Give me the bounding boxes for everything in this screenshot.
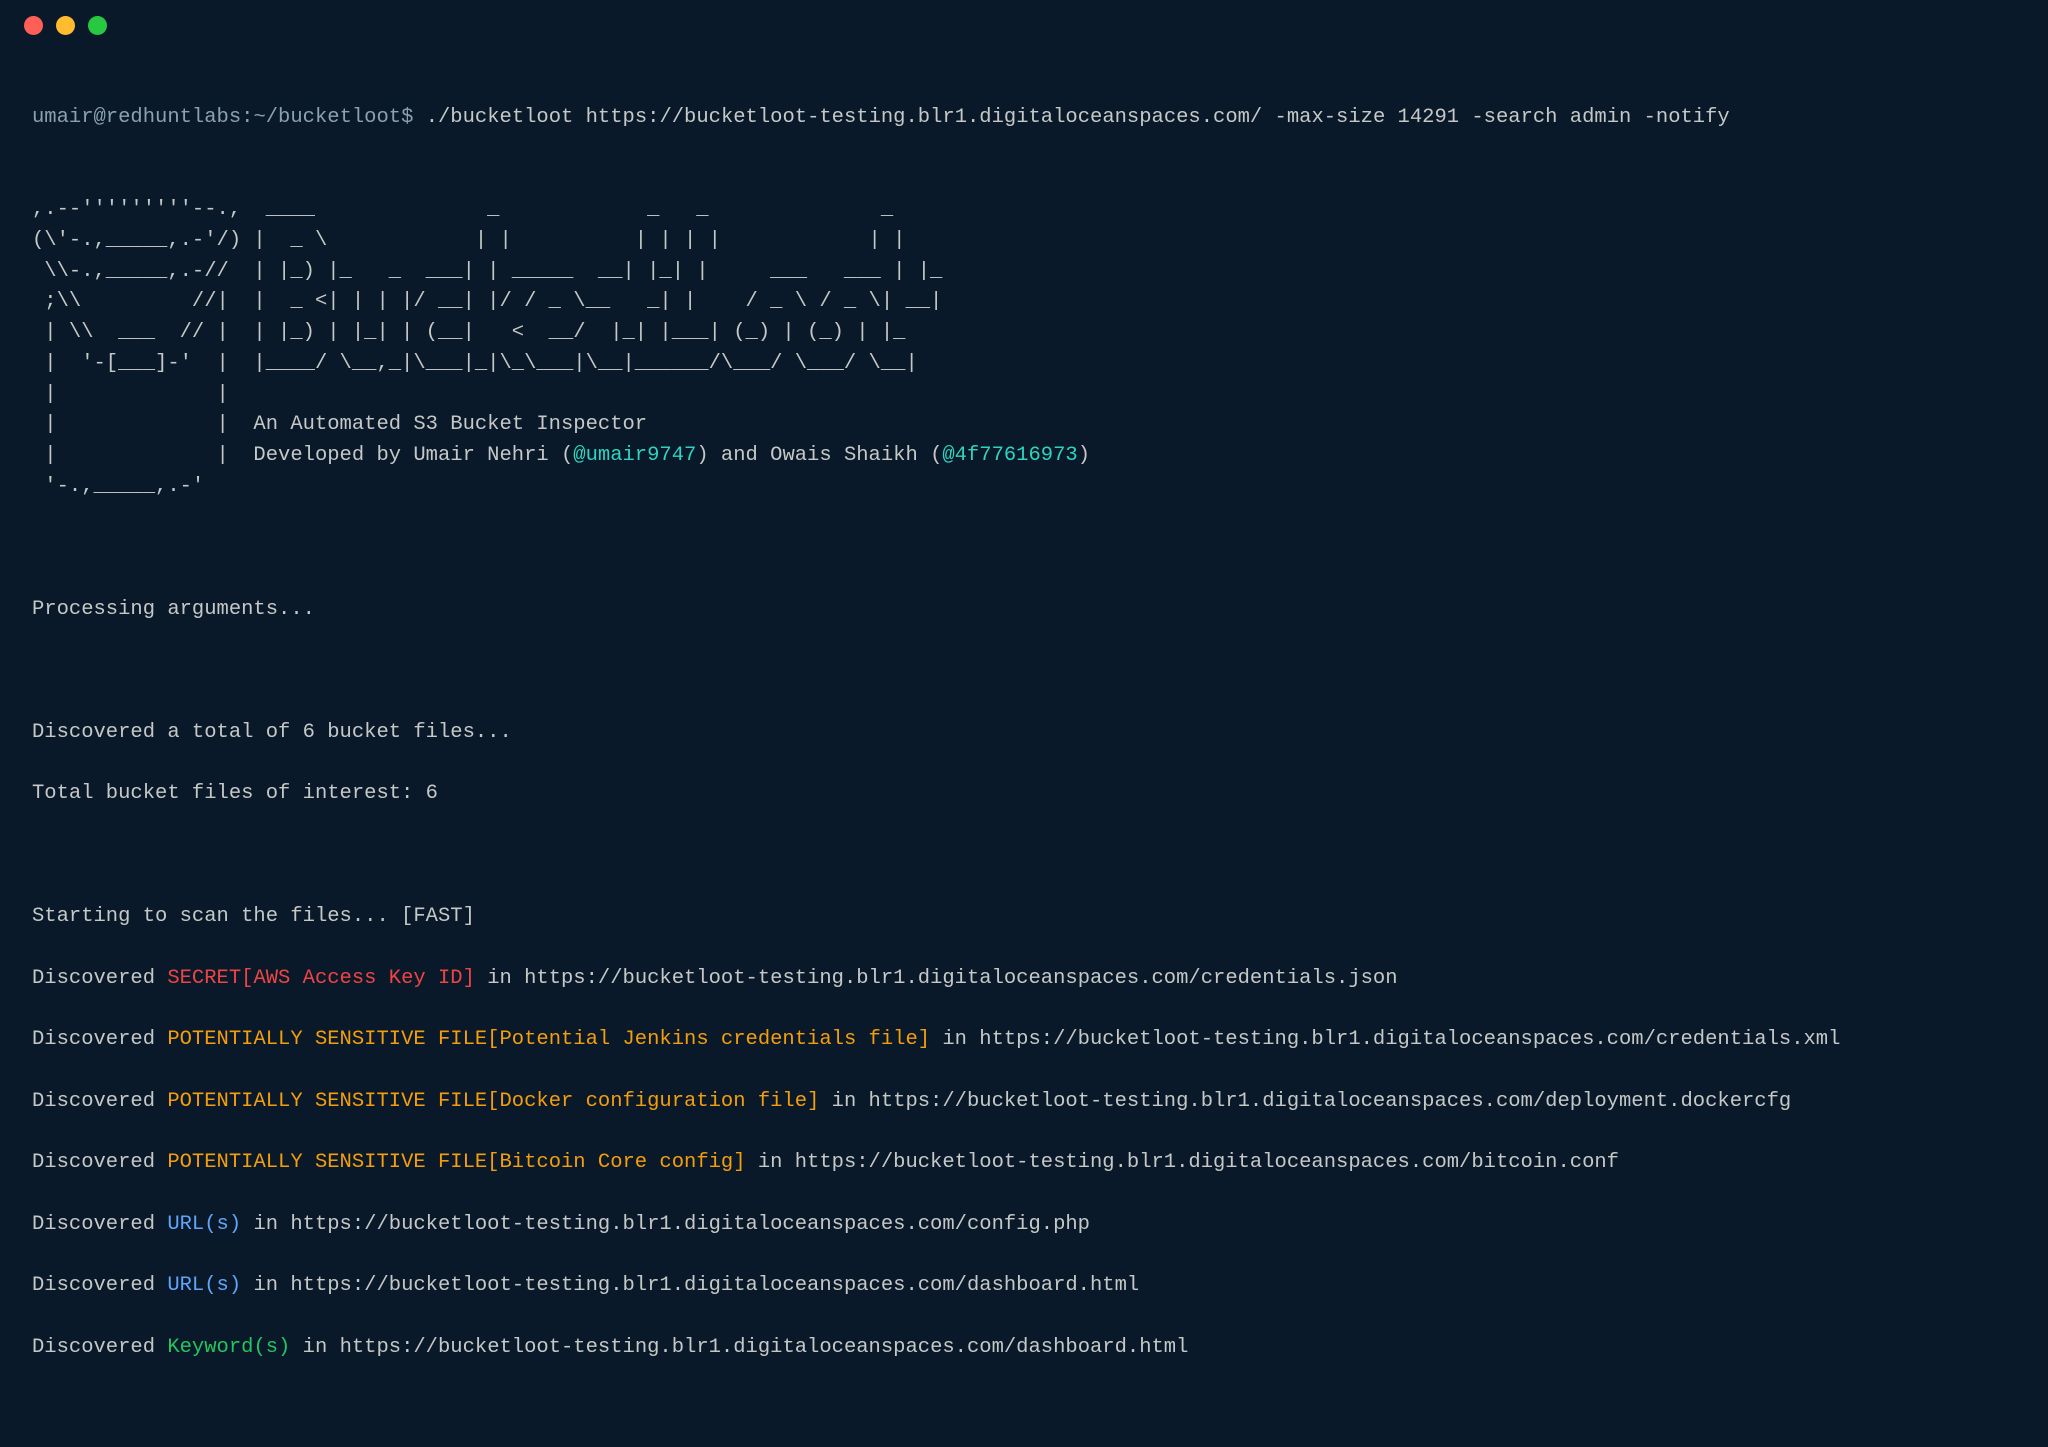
command-text: ./bucketloot https://bucketloot-testing.…	[426, 106, 1730, 129]
prompt-cwd: ~/bucketloot	[253, 106, 401, 129]
finding-keyword: Discovered Keyword(s) in https://bucketl…	[32, 1333, 2016, 1364]
close-icon[interactable]	[24, 16, 43, 35]
finding-url-1: Discovered URL(s) in https://bucketloot-…	[32, 1210, 2016, 1241]
status-starting-scan: Starting to scan the files... [FAST]	[32, 902, 2016, 933]
tag-sensitive: POTENTIALLY SENSITIVE FILE[Potential Jen…	[167, 1028, 930, 1051]
status-processing: Processing arguments...	[32, 595, 2016, 626]
author-handle-2: @4f77616973	[942, 444, 1077, 467]
prompt-symbol: $	[401, 106, 413, 129]
finding-sensitive-jenkins: Discovered POTENTIALLY SENSITIVE FILE[Po…	[32, 1025, 2016, 1056]
tag-url: URL(s)	[167, 1274, 241, 1297]
titlebar	[0, 0, 2048, 50]
tag-sensitive: POTENTIALLY SENSITIVE FILE[Bitcoin Core …	[167, 1151, 745, 1174]
tag-sensitive: POTENTIALLY SENSITIVE FILE[Docker config…	[167, 1090, 819, 1113]
finding-url-2: Discovered URL(s) in https://bucketloot-…	[32, 1271, 2016, 1302]
terminal-body[interactable]: umair@redhuntlabs:~/bucketloot$ ./bucket…	[0, 50, 2048, 1447]
finding-sensitive-docker: Discovered POTENTIALLY SENSITIVE FILE[Do…	[32, 1087, 2016, 1118]
zoom-icon[interactable]	[88, 16, 107, 35]
ascii-art: ,.--'''''''''--., ____ _ _ _ _ (\'-.,___…	[32, 164, 2016, 502]
prompt-user-host: umair@redhuntlabs	[32, 106, 241, 129]
prompt-line: umair@redhuntlabs:~/bucketloot$ ./bucket…	[32, 103, 2016, 134]
terminal-window: umair@redhuntlabs:~/bucketloot$ ./bucket…	[0, 0, 2048, 1420]
ascii-tagline: | | An Automated S3 Bucket Inspector	[32, 413, 647, 436]
status-files-of-interest: Total bucket files of interest: 6	[32, 779, 2016, 810]
tag-keyword: Keyword(s)	[167, 1336, 290, 1359]
status-discovered-total: Discovered a total of 6 bucket files...	[32, 718, 2016, 749]
author-handle-1: @umair9747	[573, 444, 696, 467]
tag-secret: SECRET[AWS Access Key ID]	[167, 967, 475, 990]
finding-sensitive-bitcoin: Discovered POTENTIALLY SENSITIVE FILE[Bi…	[32, 1148, 2016, 1179]
minimize-icon[interactable]	[56, 16, 75, 35]
finding-secret: Discovered SECRET[AWS Access Key ID] in …	[32, 964, 2016, 995]
tag-url: URL(s)	[167, 1213, 241, 1236]
